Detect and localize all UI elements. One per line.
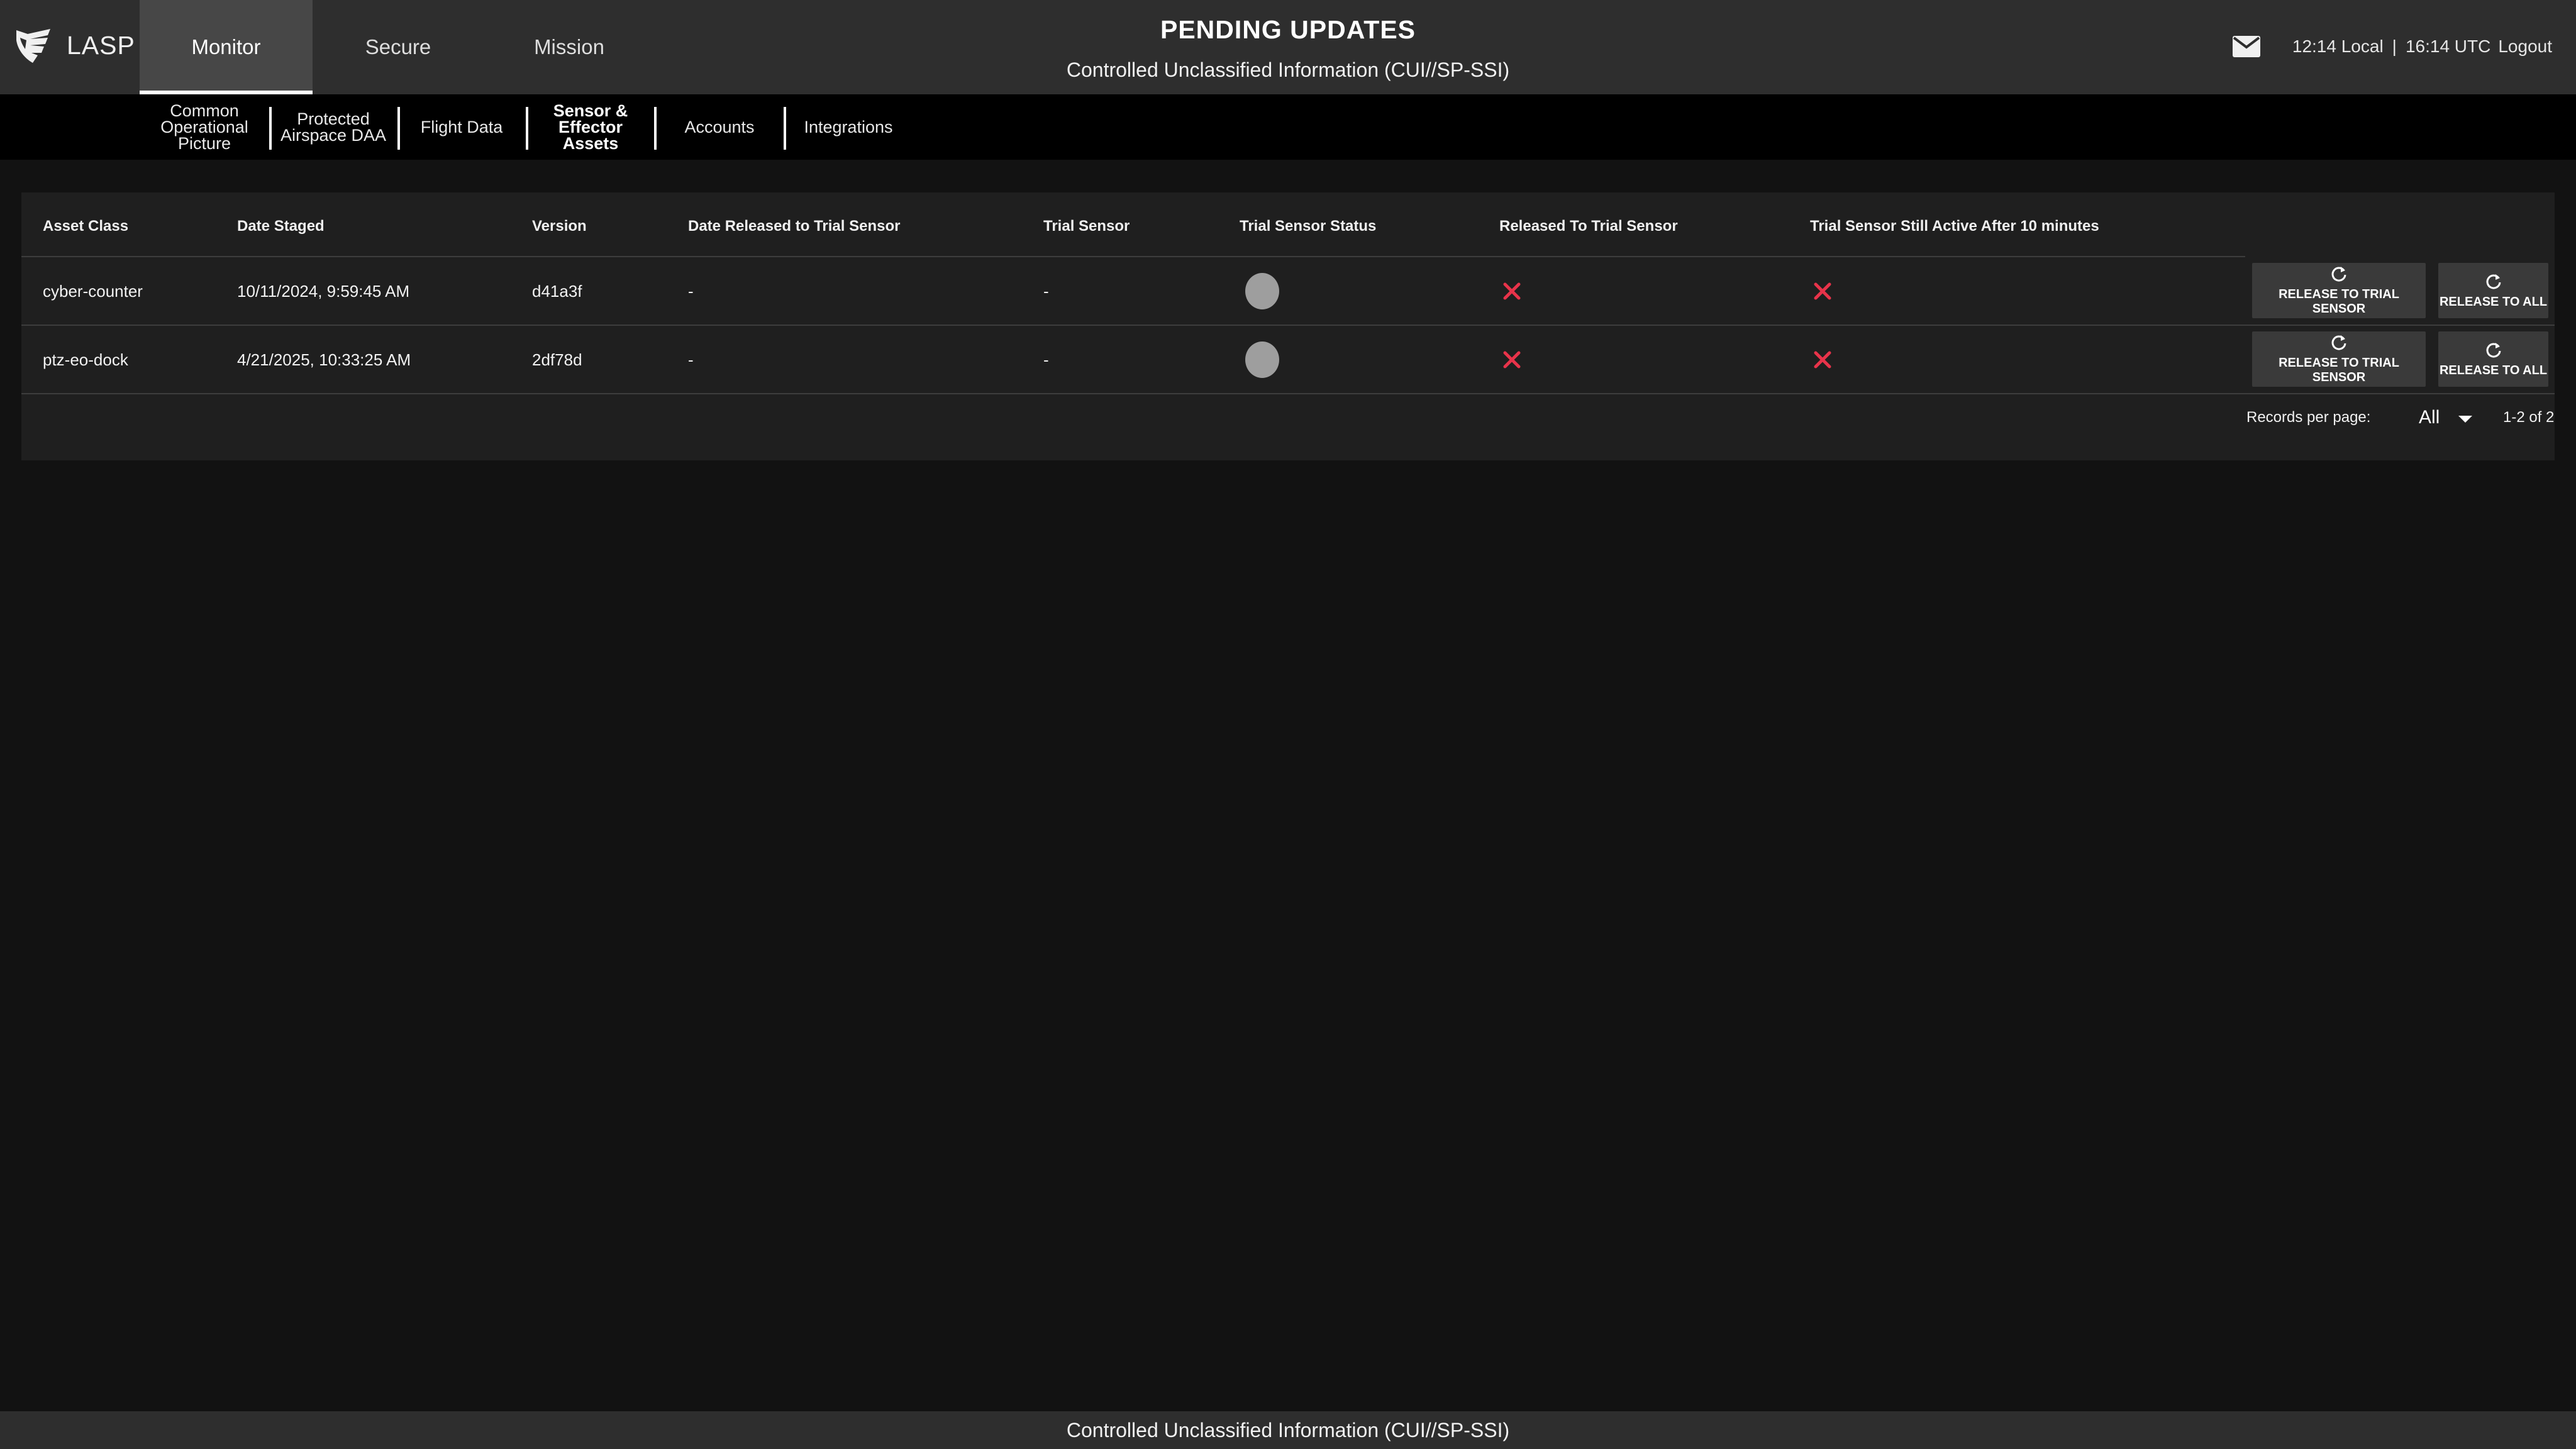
refresh-icon [2486, 274, 2501, 289]
table-row: cyber-counter 10/11/2024, 9:59:45 AM d41… [21, 258, 2555, 325]
release-to-all-button[interactable]: RELEASE TO ALL [2438, 331, 2548, 387]
page-title: PENDING UPDATES [1160, 15, 1416, 44]
logout-link[interactable]: Logout [2498, 36, 2552, 57]
subnav-sensor-effector-assets[interactable]: Sensor & Effector Assets [535, 103, 647, 152]
cell-date-staged: 4/21/2025, 10:33:25 AM [237, 350, 411, 369]
x-mark-icon [1503, 351, 1521, 369]
mail-icon[interactable] [2232, 35, 2261, 58]
refresh-icon [2486, 342, 2501, 358]
cell-trial-sensor: - [1043, 281, 1049, 301]
page-range: 1-2 of 2 [2503, 409, 2555, 426]
status-dot [1245, 273, 1279, 309]
classification-banner-top: Controlled Unclassified Information (CUI… [1066, 58, 1510, 81]
subnav-integrations[interactable]: Integrations [794, 104, 903, 150]
subnav-divider [654, 107, 657, 150]
top-header: LASP Monitor Secure Mission PENDING UPDA… [0, 0, 2576, 94]
cell-date-released: - [688, 350, 694, 369]
subnav-divider [526, 107, 528, 150]
records-per-page-value: All [2419, 407, 2440, 428]
time-separator: | [2392, 36, 2397, 56]
cell-version: d41a3f [532, 281, 582, 301]
subnav-flight-data[interactable]: Flight Data [405, 104, 518, 150]
header-right: 12:14 Local | 16:14 UTC Logout [2232, 30, 2552, 63]
x-mark-icon [1814, 351, 1831, 369]
chevron-down-icon [2458, 415, 2473, 423]
records-per-page-label: Records per page: [2246, 409, 2371, 426]
subnav-protected-airspace-daa[interactable]: Protected Airspace DAA [277, 104, 390, 150]
release-to-trial-sensor-button[interactable]: RELEASE TO TRIAL SENSOR [2252, 263, 2426, 318]
button-label: RELEASE TO ALL [2439, 294, 2548, 309]
column-header-trial-sensor-status[interactable]: Trial Sensor Status [1240, 214, 1376, 239]
table-pagination: Records per page: All 1-2 of 2 [21, 395, 2555, 449]
button-label: RELEASE TO TRIAL SENSOR [2279, 356, 2399, 384]
x-mark-icon [1814, 282, 1831, 300]
status-dot [1245, 341, 1279, 378]
cell-asset-class: ptz-eo-dock [43, 350, 128, 369]
subnav-divider [269, 107, 272, 150]
subnav-divider [784, 107, 786, 150]
column-header-trial-sensor[interactable]: Trial Sensor [1043, 214, 1130, 239]
button-label: RELEASE TO TRIAL SENSOR [2279, 287, 2399, 316]
release-to-all-button[interactable]: RELEASE TO ALL [2438, 263, 2548, 318]
cell-asset-class: cyber-counter [43, 281, 143, 301]
x-mark-icon [1503, 282, 1521, 300]
column-header-version[interactable]: Version [532, 214, 587, 239]
button-label: RELEASE TO ALL [2439, 363, 2548, 377]
table-row: ptz-eo-dock 4/21/2025, 10:33:25 AM 2df78… [21, 326, 2555, 393]
column-header-asset-class[interactable]: Asset Class [43, 214, 128, 239]
refresh-icon [2331, 335, 2346, 350]
cell-trial-sensor: - [1043, 350, 1049, 369]
header-divider [21, 256, 2245, 257]
refresh-icon [2331, 267, 2346, 282]
subnav-divider [397, 107, 400, 150]
local-time: 12:14 Local [2292, 36, 2384, 56]
cell-date-staged: 10/11/2024, 9:59:45 AM [237, 281, 410, 301]
utc-time: 16:14 UTC [2405, 36, 2491, 56]
sub-navigation: Common Operational Picture Protected Air… [0, 94, 2576, 160]
row-divider [21, 393, 2555, 394]
row-divider [21, 325, 2555, 326]
column-header-date-staged[interactable]: Date Staged [237, 214, 325, 239]
column-header-still-active[interactable]: Trial Sensor Still Active After 10 minut… [1810, 214, 2099, 239]
column-header-date-released[interactable]: Date Released to Trial Sensor [688, 214, 900, 239]
cell-version: 2df78d [532, 350, 582, 369]
subnav-accounts[interactable]: Accounts [663, 104, 776, 150]
records-per-page-select[interactable]: All [2419, 404, 2473, 431]
cell-date-released: - [688, 281, 694, 301]
pending-updates-table: Asset Class Date Staged Version Date Rel… [21, 192, 2555, 460]
subnav-common-operational-picture[interactable]: Common Operational Picture [146, 103, 263, 152]
classification-banner-bottom: Controlled Unclassified Information (CUI… [0, 1411, 2576, 1449]
release-to-trial-sensor-button[interactable]: RELEASE TO TRIAL SENSOR [2252, 331, 2426, 387]
column-header-released-to-trial[interactable]: Released To Trial Sensor [1499, 214, 1678, 239]
